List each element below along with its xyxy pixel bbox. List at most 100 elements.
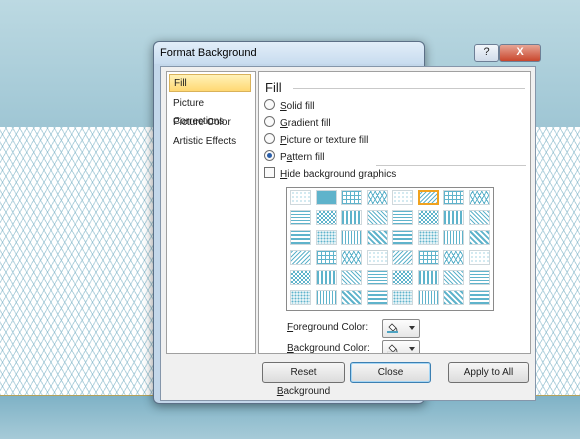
- apply-to-all-button[interactable]: Apply to All: [448, 362, 529, 383]
- help-button[interactable]: ?: [474, 44, 499, 62]
- pattern-fill-radio[interactable]: [264, 150, 275, 161]
- category-list: Fill Picture Corrections Picture Color A…: [166, 71, 256, 354]
- fill-heading: Fill: [265, 80, 282, 95]
- button-label: Apply to All: [463, 367, 514, 378]
- pattern-swatch[interactable]: [315, 210, 337, 225]
- pattern-swatch[interactable]: [366, 230, 388, 245]
- presentation-window-background: Format Background ? X Fill Picture Corre…: [0, 0, 580, 439]
- paint-bucket-icon: [387, 344, 398, 353]
- pattern-swatch[interactable]: [443, 270, 464, 285]
- solid-fill-radio[interactable]: [264, 99, 275, 110]
- pattern-swatch[interactable]: [341, 230, 362, 245]
- picture-texture-fill-option[interactable]: Picture or texture fill: [264, 133, 368, 147]
- fill-panel: Fill Solid fill Gradient fill Picture or…: [258, 71, 531, 354]
- pattern-swatch[interactable]: [392, 290, 413, 305]
- nav-item-label: Picture Color: [173, 117, 231, 128]
- pattern-swatch[interactable]: [366, 210, 388, 225]
- pattern-swatch[interactable]: [392, 270, 413, 285]
- pattern-swatch[interactable]: [366, 250, 388, 265]
- nav-item-label: Artistic Effects: [173, 136, 237, 147]
- chevron-down-icon: [409, 347, 415, 351]
- pattern-gallery: [286, 187, 494, 311]
- gradient-fill-option[interactable]: Gradient fill: [264, 116, 331, 130]
- pattern-swatch[interactable]: [417, 290, 439, 305]
- section-divider: [376, 165, 526, 166]
- foreground-color-label: oreground Color:: [293, 322, 369, 333]
- pattern-swatch[interactable]: [443, 250, 464, 265]
- pattern-swatch[interactable]: [443, 190, 464, 205]
- heading-divider: [293, 88, 525, 89]
- hide-background-graphics-option[interactable]: Hide background graphics: [264, 167, 396, 181]
- pattern-swatch[interactable]: [392, 210, 413, 225]
- pattern-swatch[interactable]: [443, 290, 464, 305]
- pattern-swatch[interactable]: [290, 230, 311, 245]
- button-label: Close: [377, 367, 404, 378]
- chevron-down-icon: [409, 326, 415, 330]
- pattern-swatch[interactable]: [290, 190, 311, 205]
- pattern-swatch[interactable]: [366, 190, 388, 205]
- pattern-swatch[interactable]: [392, 230, 413, 245]
- gradient-fill-radio[interactable]: [264, 116, 275, 127]
- button-label: ackground: [283, 386, 331, 397]
- pattern-swatch[interactable]: [417, 190, 439, 205]
- accel-key: B: [287, 343, 294, 354]
- pattern-swatch[interactable]: [315, 250, 337, 265]
- dialog-titlebar[interactable]: Format Background ? X: [154, 42, 541, 64]
- pattern-swatch[interactable]: [290, 290, 311, 305]
- pattern-swatch[interactable]: [443, 230, 464, 245]
- pattern-swatch[interactable]: [341, 250, 362, 265]
- option-label: ttern fill: [292, 152, 325, 163]
- pattern-swatch[interactable]: [417, 250, 439, 265]
- pattern-swatch[interactable]: [341, 270, 362, 285]
- pattern-swatch[interactable]: [315, 190, 337, 205]
- pattern-swatch[interactable]: [315, 270, 337, 285]
- pattern-fill-option[interactable]: Pattern fill: [264, 150, 324, 164]
- nav-item-fill[interactable]: Fill: [169, 74, 251, 92]
- pattern-swatch[interactable]: [341, 190, 362, 205]
- nav-item-picture-corrections[interactable]: Picture Corrections: [169, 95, 251, 127]
- pattern-swatch[interactable]: [468, 290, 490, 305]
- pattern-swatch[interactable]: [468, 250, 490, 265]
- hide-graphics-checkbox[interactable]: [264, 167, 275, 178]
- reset-background-button[interactable]: Reset Background: [262, 362, 345, 397]
- pattern-swatch[interactable]: [392, 250, 413, 265]
- background-color-picker[interactable]: [382, 340, 420, 353]
- picture-texture-fill-radio[interactable]: [264, 133, 275, 144]
- pattern-swatch[interactable]: [468, 270, 490, 285]
- foreground-color-row: Foreground Color:: [287, 319, 427, 338]
- accel-key: G: [280, 118, 288, 129]
- pattern-swatch[interactable]: [290, 210, 311, 225]
- pattern-swatch[interactable]: [315, 230, 337, 245]
- pattern-swatch[interactable]: [315, 290, 337, 305]
- help-icon: ?: [483, 46, 490, 58]
- button-label: Reset: [290, 367, 317, 378]
- pattern-swatch[interactable]: [341, 210, 362, 225]
- pattern-swatch[interactable]: [366, 290, 388, 305]
- foreground-color-picker[interactable]: [382, 319, 420, 338]
- close-button[interactable]: Close: [350, 362, 431, 383]
- pattern-swatch[interactable]: [443, 210, 464, 225]
- option-label: ide background graphics: [287, 169, 397, 180]
- nav-item-artistic-effects[interactable]: Artistic Effects: [169, 133, 251, 151]
- close-window-button[interactable]: X: [499, 44, 541, 62]
- nav-item-picture-color[interactable]: Picture Color: [169, 114, 251, 132]
- pattern-swatch[interactable]: [468, 190, 490, 205]
- pattern-swatch[interactable]: [366, 270, 388, 285]
- option-label: radient fill: [287, 118, 331, 129]
- format-background-dialog: Format Background ? X Fill Picture Corre…: [153, 41, 541, 404]
- accel-key: P: [280, 135, 287, 146]
- paint-bucket-icon: [387, 323, 398, 333]
- pattern-swatch[interactable]: [290, 270, 311, 285]
- background-color-label: ackground Color:: [293, 343, 370, 354]
- pattern-swatch[interactable]: [290, 250, 311, 265]
- pattern-swatch[interactable]: [392, 190, 413, 205]
- background-color-row: Background Color:: [287, 340, 427, 354]
- pattern-swatch[interactable]: [468, 210, 490, 225]
- solid-fill-option[interactable]: Solid fill: [264, 99, 314, 113]
- pattern-swatch[interactable]: [417, 210, 439, 225]
- pattern-swatch[interactable]: [468, 230, 490, 245]
- pattern-swatch[interactable]: [417, 230, 439, 245]
- option-label: olid fill: [286, 101, 315, 112]
- pattern-swatch[interactable]: [341, 290, 362, 305]
- pattern-swatch[interactable]: [417, 270, 439, 285]
